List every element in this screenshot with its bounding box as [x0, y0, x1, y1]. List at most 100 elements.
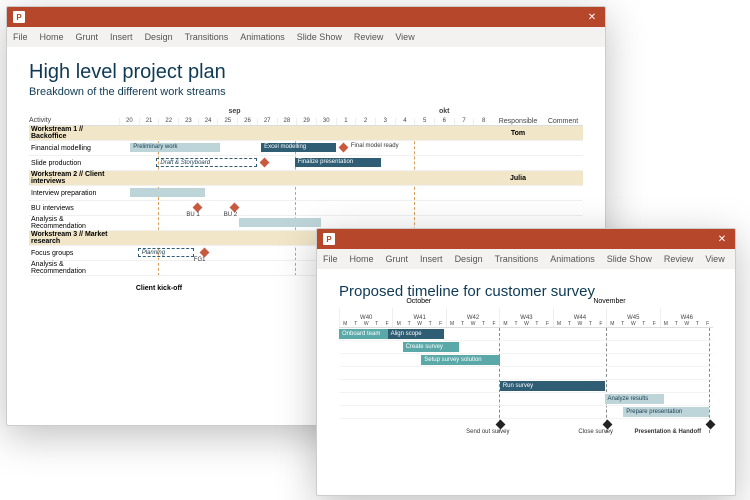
task-label: Analysis & Recommendation [29, 216, 119, 230]
menu-grunt[interactable]: Grunt [386, 254, 409, 264]
stream-label: Workstream 3 // Market research [29, 231, 119, 245]
stream-label: Workstream 2 // Client interviews [29, 171, 119, 185]
menu-insert[interactable]: Insert [420, 254, 443, 264]
stream-responsible: Tom [493, 130, 543, 137]
bar-preliminary: Preliminary work [130, 143, 220, 152]
day-col: 28 [277, 118, 297, 125]
menu-view[interactable]: View [395, 32, 414, 42]
week-col: W43MTWTF [499, 308, 552, 327]
col-activity: Activity [29, 117, 119, 125]
col-comment: Comment [543, 118, 583, 125]
bar-run: Run survey [500, 381, 605, 391]
menu-animations[interactable]: Animations [550, 254, 595, 264]
task-row-ip: Interview preparation [29, 186, 583, 201]
bar-ip [130, 188, 205, 197]
bar-onboard: Onboard team [339, 329, 388, 339]
menu-slide-show[interactable]: Slide Show [297, 32, 342, 42]
gantt-chart-2: October November W40MTWTFW41MTWTFW42MTWT… [339, 308, 713, 433]
day-col: 21 [139, 118, 159, 125]
milestone-bu2 [230, 203, 240, 213]
menu-grunt[interactable]: Grunt [76, 32, 99, 42]
menu-insert[interactable]: Insert [110, 32, 133, 42]
week-col: W46MTWTF [660, 308, 713, 327]
day-col: 29 [296, 118, 316, 125]
day-col: 24 [198, 118, 218, 125]
task-row-fm: Financial modelling Preliminary work Exc… [29, 141, 583, 156]
task-label: Focus groups [29, 250, 119, 257]
day-col: 6 [434, 118, 454, 125]
gantt2-body: Onboard team Align scope Create survey S… [339, 328, 713, 433]
day-col: 23 [178, 118, 198, 125]
stream-label: Workstream 1 // Backoffice [29, 126, 119, 140]
workstream-row-2: Workstream 2 // Client interviews Julia [29, 171, 583, 186]
day-col: 8 [473, 118, 493, 125]
titlebar: P ✕ [317, 229, 735, 249]
bar-align: Align scope [388, 329, 444, 339]
week-col: W45MTWTF [606, 308, 659, 327]
milestone-icon [260, 158, 270, 168]
gantt2-header: W40MTWTFW41MTWTFW42MTWTFW43MTWTFW44MTWTF… [339, 308, 713, 328]
close-icon[interactable]: ✕ [715, 232, 729, 246]
menu-transitions[interactable]: Transitions [185, 32, 229, 42]
task-label: Interview preparation [29, 190, 119, 197]
bar-planning: Planning [138, 248, 194, 257]
day-col: 3 [375, 118, 395, 125]
powerpoint-icon: P [13, 11, 25, 23]
milestone-handoff-icon [706, 420, 716, 430]
bar-excel: Excel modelling [261, 143, 336, 152]
month-label-sep: sep [228, 108, 240, 115]
slide-area: Proposed timeline for customer survey Oc… [317, 269, 735, 443]
milestone-bu1 [192, 203, 202, 213]
milestone-handoff: Presentation & Handoff [634, 429, 701, 435]
menu-file[interactable]: File [323, 254, 338, 264]
milestone-close-icon [603, 420, 613, 430]
menubar: File Home Grunt Insert Design Transitions Anim… [7, 27, 605, 47]
menu-review[interactable]: Review [664, 254, 694, 264]
month-label-nov: November [593, 298, 625, 305]
menu-view[interactable]: View [705, 254, 724, 264]
menu-transitions[interactable]: Transitions [495, 254, 539, 264]
day-col: 20 [119, 118, 139, 125]
menu-home[interactable]: Home [350, 254, 374, 264]
bar-draft: Draft & Storyboard [156, 158, 257, 167]
day-columns: sep okt 202122232425262728293012345678 [119, 118, 493, 125]
slide-title: Proposed timeline for customer survey [339, 283, 713, 300]
menu-animations[interactable]: Animations [240, 32, 285, 42]
day-col: 2 [355, 118, 375, 125]
slide-subtitle: Breakdown of the different work streams [29, 86, 583, 98]
menu-review[interactable]: Review [354, 32, 384, 42]
task-label: BU interviews [29, 205, 119, 212]
milestone-close: Close survey [578, 429, 613, 435]
week-col: W41MTWTF [392, 308, 445, 327]
menu-file[interactable]: File [13, 32, 28, 42]
powerpoint-icon: P [323, 233, 335, 245]
task-row-sp: Slide production Draft & Storyboard Fina… [29, 156, 583, 171]
task-label: Slide production [29, 160, 119, 167]
menu-design[interactable]: Design [145, 32, 173, 42]
day-col: 27 [257, 118, 277, 125]
month-label-oct: October [406, 298, 431, 305]
bar-finalize: Finalize presentation [295, 158, 381, 167]
bar-setup: Setup survey solution [421, 355, 500, 365]
day-col: 4 [395, 118, 415, 125]
day-col: 7 [454, 118, 474, 125]
bar-analyze: Analyze results [605, 394, 665, 404]
bar-create: Create survey [403, 342, 459, 352]
bar-prepare: Prepare presentation [623, 407, 709, 417]
task-label: Financial modelling [29, 145, 119, 152]
stream-responsible: Julia [493, 175, 543, 182]
milestone-fg1 [200, 248, 210, 258]
col-responsible: Responsible [493, 118, 543, 125]
menu-home[interactable]: Home [40, 32, 64, 42]
task-row-bu: BU interviews BU 1 BU 2 [29, 201, 583, 216]
menu-design[interactable]: Design [455, 254, 483, 264]
milestone-label: Final model ready [351, 143, 399, 149]
workstream-row-1: Workstream 1 // Backoffice Tom [29, 126, 583, 141]
day-col: 26 [237, 118, 257, 125]
powerpoint-window-2: P ✕ File Home Grunt Insert Design Transitions… [316, 228, 736, 496]
day-col: 22 [158, 118, 178, 125]
close-icon[interactable]: ✕ [585, 10, 599, 24]
day-col: 25 [217, 118, 237, 125]
menu-slide-show[interactable]: Slide Show [607, 254, 652, 264]
bar-ar1 [239, 218, 321, 227]
